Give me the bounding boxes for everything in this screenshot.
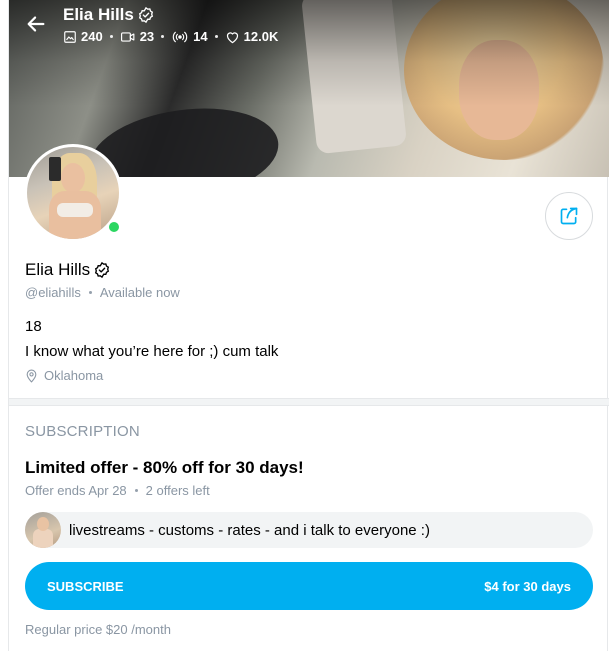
separator-dot [88, 291, 92, 294]
handle-row: @eliahills Available now [25, 285, 180, 300]
cover-image: Elia Hills 240 23 14 12.0K [9, 0, 609, 177]
location: Oklahoma [25, 368, 103, 383]
header-name: Elia Hills [63, 5, 134, 24]
online-status-indicator [107, 220, 121, 234]
promo-message: livestreams - customs - rates - and i ta… [25, 512, 593, 548]
broadcast-icon [172, 31, 188, 42]
subscribe-button[interactable]: SUBSCRIBE $4 for 30 days [25, 562, 593, 610]
stat-streams-count: 14 [193, 29, 208, 44]
location-pin-icon [26, 369, 37, 383]
back-button[interactable] [23, 11, 49, 37]
profile-handle: @eliahills [25, 285, 81, 300]
stat-likes: 12.0K [225, 29, 279, 44]
separator-dot [214, 35, 218, 38]
availability-status: Available now [99, 285, 180, 300]
promo-message-text: livestreams - customs - rates - and i ta… [69, 521, 430, 539]
stat-photos-count: 240 [81, 29, 103, 44]
stat-videos-count: 23 [139, 29, 155, 44]
location-text: Oklahoma [44, 368, 104, 383]
heart-icon [226, 31, 238, 43]
avatar-image [27, 147, 119, 239]
section-divider [9, 398, 609, 406]
stat-photos: 240 [63, 29, 103, 44]
back-arrow-icon [27, 16, 45, 32]
offer-ends: Offer ends Apr 28 [25, 483, 127, 498]
offer-title: Limited offer - 80% off for 30 days! [25, 458, 304, 477]
profile-name-text: Elia Hills [25, 260, 91, 279]
separator-dot [109, 35, 113, 38]
regular-price: Regular price $20 /month [25, 622, 171, 637]
header-stats: 240 23 14 12.0K [63, 29, 278, 44]
top-bar: Elia Hills 240 23 14 12.0K [9, 0, 609, 50]
subscription-heading: SUBSCRIPTION [25, 423, 140, 440]
video-icon [120, 31, 135, 42]
offer-meta: Offer ends Apr 28 2 offers left [25, 483, 210, 498]
image-icon [64, 30, 76, 43]
promo-avatar [25, 512, 61, 548]
share-button[interactable] [545, 192, 593, 240]
bio-line-1: 18 [25, 318, 42, 335]
header-title: Elia Hills [63, 5, 155, 25]
verified-icon [138, 6, 153, 24]
separator-dot [134, 489, 138, 492]
profile-page: Elia Hills 240 23 14 12.0K Elia Hills @e… [8, 0, 609, 651]
stat-streams: 14 [171, 29, 208, 44]
offers-left: 2 offers left [145, 483, 210, 498]
subscribe-button-price: $4 for 30 days [484, 578, 571, 594]
verified-icon [95, 261, 110, 279]
profile-name: Elia Hills [25, 260, 111, 280]
bio-line-2: I know what you’re here for ;) cum talk [25, 343, 279, 360]
subscribe-button-label: SUBSCRIBE [47, 578, 124, 594]
stat-videos: 23 [120, 29, 154, 44]
share-icon [560, 207, 578, 225]
separator-dot [161, 35, 165, 38]
stat-likes-count: 12.0K [243, 29, 279, 44]
